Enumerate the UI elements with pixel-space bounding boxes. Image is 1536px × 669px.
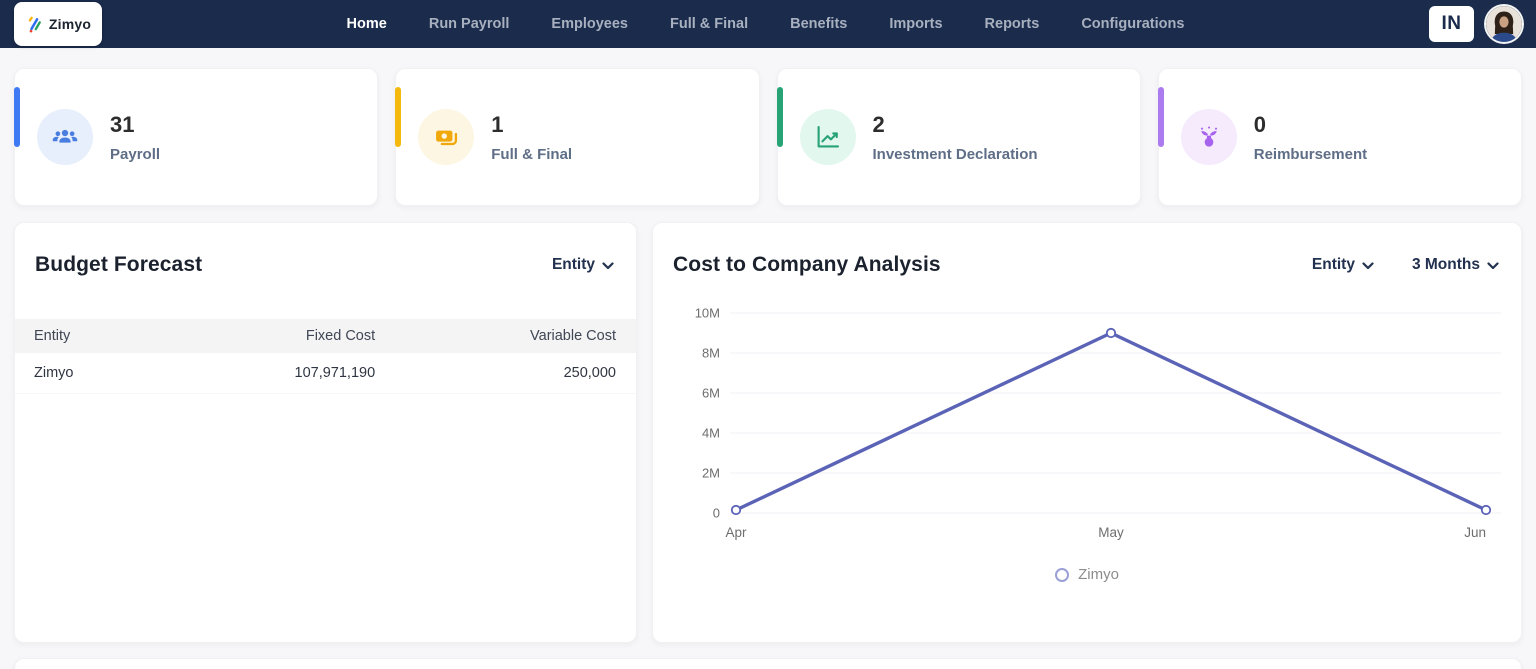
ctc-entity-dropdown-label: Entity bbox=[1311, 256, 1355, 273]
svg-text:0: 0 bbox=[713, 506, 720, 521]
svg-text:10M: 10M bbox=[695, 306, 720, 321]
accent-bar bbox=[776, 87, 783, 147]
main-row: Budget Forecast Entity Entity Fixed Cost… bbox=[0, 206, 1536, 643]
cell-entity: Zimyo bbox=[15, 353, 251, 394]
svg-text:Apr: Apr bbox=[725, 525, 747, 540]
nav-item-benefits[interactable]: Benefits bbox=[790, 16, 847, 32]
nav-item-employees[interactable]: Employees bbox=[551, 16, 628, 32]
svg-text:6M: 6M bbox=[702, 386, 720, 401]
svg-text:2M: 2M bbox=[702, 466, 720, 481]
stats-row: 31 Payroll 1 Full & Final 2 Investment D… bbox=[0, 48, 1536, 206]
column-header-fixed-cost: Fixed Cost bbox=[250, 319, 376, 353]
cell-variable-cost: 250,000 bbox=[375, 353, 636, 394]
cell-fixed-cost: 107,971,190 bbox=[250, 353, 376, 394]
budget-entity-dropdown-label: Entity bbox=[551, 256, 595, 273]
nav-item-imports[interactable]: Imports bbox=[889, 16, 942, 32]
chevron-down-icon bbox=[1362, 262, 1374, 270]
nav-item-home[interactable]: Home bbox=[347, 16, 387, 32]
budget-entity-dropdown[interactable]: Entity bbox=[552, 256, 614, 274]
stat-value: 2 bbox=[872, 111, 885, 137]
svg-text:4M: 4M bbox=[702, 426, 720, 441]
stat-label: Full & Final bbox=[491, 145, 573, 163]
budget-forecast-card: Budget Forecast Entity Entity Fixed Cost… bbox=[14, 222, 637, 643]
brand-logo[interactable]: Zimyo bbox=[14, 2, 102, 46]
nav-item-run-payroll[interactable]: Run Payroll bbox=[429, 16, 510, 32]
stat-card-investment-declaration[interactable]: 2 Investment Declaration bbox=[776, 68, 1141, 206]
chart-legend-zimyo[interactable]: Zimyo bbox=[653, 566, 1521, 583]
top-navbar: Zimyo Home Run Payroll Employees Full & … bbox=[0, 0, 1536, 48]
accent-bar bbox=[1157, 87, 1164, 147]
svg-text:May: May bbox=[1098, 525, 1124, 540]
table-header-row: Entity Fixed Cost Variable Cost bbox=[15, 319, 636, 353]
locale-badge[interactable]: IN bbox=[1428, 6, 1474, 42]
accent-bar bbox=[395, 87, 402, 147]
chevron-down-icon bbox=[1487, 262, 1499, 270]
ctc-entity-dropdown[interactable]: Entity bbox=[1312, 256, 1374, 274]
ctc-line-chart: 0 2M 4M 6M 8M 10M Apr May Jun bbox=[668, 299, 1511, 550]
stat-value: 1 bbox=[491, 111, 504, 137]
nav-item-configurations[interactable]: Configurations bbox=[1081, 16, 1184, 32]
table-row: Zimyo 107,971,190 250,000 bbox=[15, 353, 636, 394]
column-header-variable-cost: Variable Cost bbox=[375, 319, 636, 353]
ctc-analysis-card: Cost to Company Analysis Entity 3 Months… bbox=[652, 222, 1522, 643]
column-header-entity: Entity bbox=[15, 319, 251, 353]
budget-forecast-title: Budget Forecast bbox=[35, 253, 203, 276]
ctc-analysis-title: Cost to Company Analysis bbox=[673, 253, 941, 276]
stat-card-payroll[interactable]: 31 Payroll bbox=[14, 68, 379, 206]
stat-card-reimbursement[interactable]: 0 Reimbursement bbox=[1157, 68, 1522, 206]
brand-name: Zimyo bbox=[48, 16, 92, 32]
legend-circle-icon bbox=[1055, 567, 1070, 582]
nav-item-reports[interactable]: Reports bbox=[985, 16, 1040, 32]
nav-item-full-final[interactable]: Full & Final bbox=[670, 16, 748, 32]
ctc-period-dropdown[interactable]: 3 Months bbox=[1412, 256, 1499, 274]
legend-label: Zimyo bbox=[1078, 566, 1119, 583]
budget-forecast-table: Entity Fixed Cost Variable Cost Zimyo 10… bbox=[15, 319, 636, 394]
user-avatar[interactable] bbox=[1485, 6, 1522, 42]
accent-bar bbox=[14, 87, 20, 147]
navbar-right: IN bbox=[1428, 6, 1522, 42]
svg-text:8M: 8M bbox=[702, 346, 720, 361]
stat-label: Reimbursement bbox=[1253, 145, 1368, 163]
stat-value: 0 bbox=[1253, 111, 1266, 137]
chevron-down-icon bbox=[602, 262, 614, 270]
chart-growth-icon bbox=[799, 109, 856, 165]
zimyo-logo-icon bbox=[28, 16, 41, 32]
money-bag-icon bbox=[1180, 109, 1237, 165]
payroll-users-icon bbox=[37, 109, 93, 165]
main-nav: Home Run Payroll Employees Full & Final … bbox=[347, 16, 1185, 32]
ctc-period-dropdown-label: 3 Months bbox=[1411, 256, 1480, 273]
stat-value: 31 bbox=[110, 111, 135, 137]
avatar-photo-icon bbox=[1485, 6, 1522, 42]
stat-label: Payroll bbox=[110, 145, 161, 163]
stat-card-full-final[interactable]: 1 Full & Final bbox=[395, 68, 760, 206]
stat-label: Investment Declaration bbox=[872, 145, 1038, 163]
money-note-icon bbox=[418, 109, 475, 165]
svg-text:Jun: Jun bbox=[1464, 525, 1486, 540]
bottom-card bbox=[14, 658, 1522, 669]
